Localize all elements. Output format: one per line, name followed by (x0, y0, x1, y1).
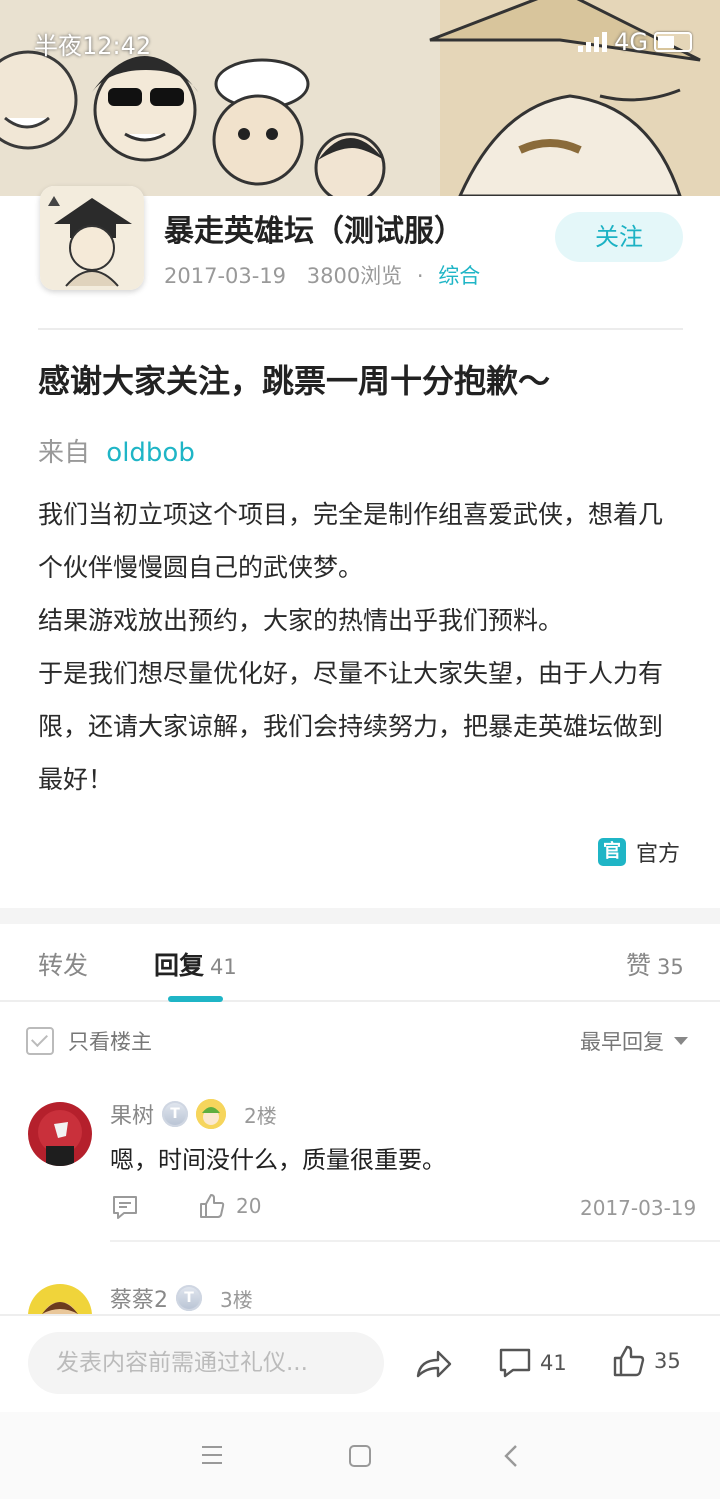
reply-avatar[interactable] (28, 1102, 92, 1166)
only-op-toggle[interactable]: 只看楼主 (26, 1026, 152, 1056)
forum-logo-image (40, 186, 144, 290)
reply-like-button[interactable]: 20 (198, 1192, 261, 1220)
tab-replies-count: 41 (210, 955, 237, 979)
thumbs-up-icon (200, 1194, 225, 1218)
reply-author: 蔡蔡2 T 3楼 (110, 1282, 253, 1314)
section-separator (0, 908, 720, 924)
post-source: 来自 oldbob (38, 432, 195, 469)
home-icon[interactable] (348, 1444, 372, 1472)
comment-input[interactable]: 发表内容前需通过礼仪... (28, 1332, 384, 1394)
reply-floor: 3楼 (220, 1287, 253, 1312)
tab-repost-label: 转发 (38, 951, 89, 980)
sort-dropdown[interactable]: 最早回复 (580, 1026, 688, 1056)
author-link[interactable]: oldbob (106, 438, 195, 468)
level-badge-icon: T (176, 1285, 202, 1311)
status-indicators: 4G (578, 28, 692, 56)
caret-down-icon (674, 1037, 688, 1045)
tab-likes-label: 赞 (626, 951, 652, 980)
tab-likes-count: 35 (657, 955, 684, 979)
follow-button[interactable]: 关注 (555, 212, 683, 262)
share-button[interactable] (414, 1346, 452, 1380)
meta-separator: · (416, 264, 424, 288)
post-date: 2017-03-19 (164, 264, 287, 288)
reply-author-name[interactable]: 果树 (110, 1098, 154, 1130)
from-label: 来自 (38, 438, 91, 468)
post-title: 感谢大家关注，跳票一周十分抱歉～ (38, 362, 551, 400)
tab-repost[interactable]: 转发 (38, 946, 88, 982)
reply-divider (110, 1240, 720, 1242)
forum-name[interactable]: 暴走英雄坛（测试服） (164, 206, 464, 250)
reply-date: 2017-03-19 (580, 1196, 697, 1220)
share-icon (416, 1350, 452, 1378)
reply-text: 嗯，时间没什么，质量很重要。 (110, 1146, 446, 1174)
post-body: 我们当初立项这个项目，完全是制作组喜爱武侠，想着几个伙伴慢慢圆自己的武侠梦。 结… (38, 488, 678, 806)
tabs-divider (0, 1000, 720, 1002)
comment-count: 41 (540, 1351, 567, 1375)
post-paragraph: 于是我们想尽量优化好，尽量不让大家失望，由于人力有限，还请大家谅解，我们会持续努… (38, 659, 664, 794)
comment-icon (113, 1196, 137, 1219)
battery-icon (654, 32, 692, 52)
status-bar: 半夜12:42 4G (0, 0, 720, 80)
official-icon: 官 (598, 838, 626, 866)
official-tag: 官 官方 (598, 836, 680, 868)
reply-floor: 2楼 (244, 1103, 277, 1128)
reply-like-count: 20 (236, 1194, 262, 1218)
reply-comment-button[interactable] (110, 1192, 140, 1222)
post-paragraph: 结果游戏放出预约，大家的热情出乎我们预料。 (38, 606, 564, 635)
signal-icon (578, 32, 608, 52)
network-type: 4G (614, 28, 648, 56)
category-link[interactable]: 综合 (438, 264, 480, 288)
menu-icon[interactable] (200, 1444, 224, 1470)
forum-logo[interactable] (40, 186, 144, 290)
like-count: 35 (654, 1349, 681, 1373)
active-tab-indicator (168, 996, 223, 1002)
tab-likes[interactable]: 赞 35 (626, 946, 684, 982)
view-count: 3800浏览 (306, 264, 403, 288)
reply-author-name[interactable]: 蔡蔡2 (110, 1282, 168, 1314)
medal-avatar-icon (196, 1099, 227, 1129)
like-count-button[interactable]: 35 (612, 1344, 681, 1378)
tab-replies[interactable]: 回复 41 (154, 946, 237, 982)
comment-count-button[interactable]: 41 (498, 1346, 567, 1380)
back-icon[interactable] (500, 1442, 524, 1474)
status-time: 半夜12:42 (34, 32, 152, 60)
forum-meta: 2017-03-19 3800浏览 · 综合 (164, 260, 480, 290)
checkbox-icon[interactable] (26, 1027, 54, 1055)
level-badge-icon: T (162, 1101, 189, 1127)
reply-author: 果树 T 2楼 (110, 1098, 277, 1130)
thumbs-up-icon (613, 1345, 645, 1377)
official-label: 官方 (636, 842, 681, 867)
divider (38, 328, 683, 330)
post-paragraph: 我们当初立项这个项目，完全是制作组喜爱武侠，想着几个伙伴慢慢圆自己的武侠梦。 (38, 500, 664, 582)
only-op-label: 只看楼主 (68, 1030, 152, 1054)
comment-icon (499, 1348, 531, 1378)
tab-replies-label: 回复 (154, 951, 205, 980)
avatar-image (28, 1102, 92, 1166)
sort-label: 最早回复 (580, 1030, 664, 1054)
